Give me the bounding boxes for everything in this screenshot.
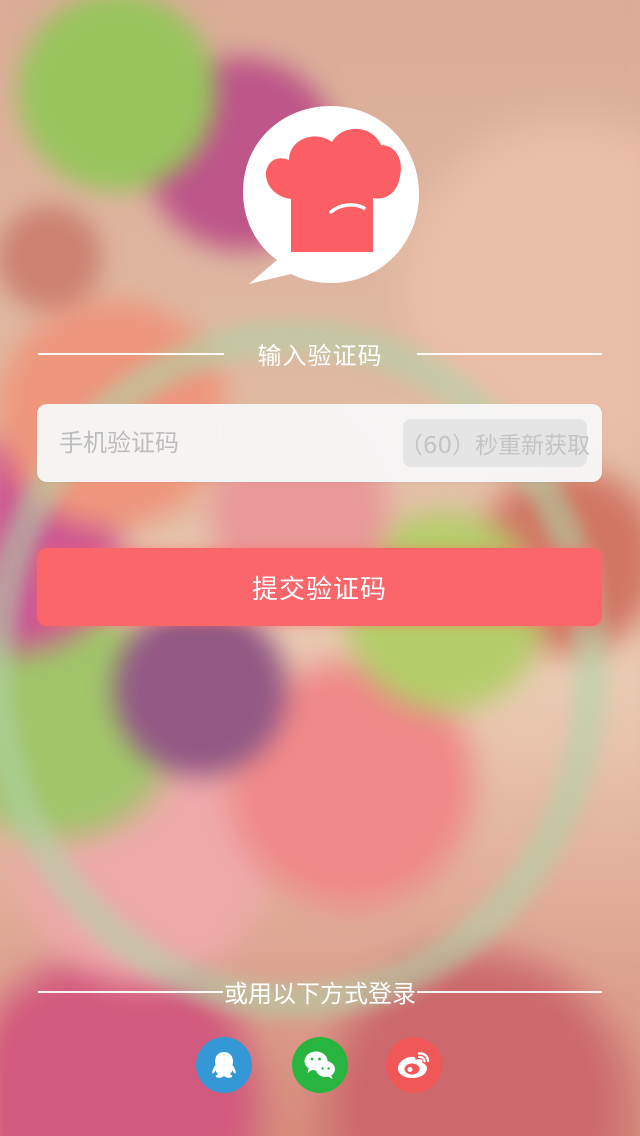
verification-code-input[interactable] xyxy=(59,404,389,482)
submit-code-button[interactable]: 提交验证码 xyxy=(37,548,602,626)
weibo-login-button[interactable] xyxy=(386,1037,442,1093)
title-divider: 输入验证码 xyxy=(38,336,602,371)
weibo-icon xyxy=(398,1052,430,1078)
verification-code-field: （60）秒重新获取 xyxy=(37,404,602,482)
login-divider-line-right xyxy=(417,990,602,993)
wechat-icon xyxy=(304,1051,335,1079)
login-options-divider: 或用以下方式登录 xyxy=(38,974,602,1009)
wechat-login-button[interactable] xyxy=(292,1037,348,1093)
chef-hat-icon xyxy=(243,106,419,284)
resend-code-button[interactable]: （60）秒重新获取 xyxy=(400,419,590,467)
app-logo xyxy=(241,104,421,286)
page-title: 输入验证码 xyxy=(257,342,383,370)
divider-line-right xyxy=(416,352,602,355)
login-divider-line-left xyxy=(38,990,223,993)
verification-screen: 输入验证码 （60）秒重新获取 提交验证码 或用以下方式登录 xyxy=(0,0,640,1136)
divider-line-left xyxy=(38,352,224,355)
login-options-label: 或用以下方式登录 xyxy=(224,980,416,1008)
qq-login-button[interactable] xyxy=(196,1037,252,1093)
social-login-buttons xyxy=(0,1037,640,1093)
qq-icon xyxy=(212,1052,236,1078)
